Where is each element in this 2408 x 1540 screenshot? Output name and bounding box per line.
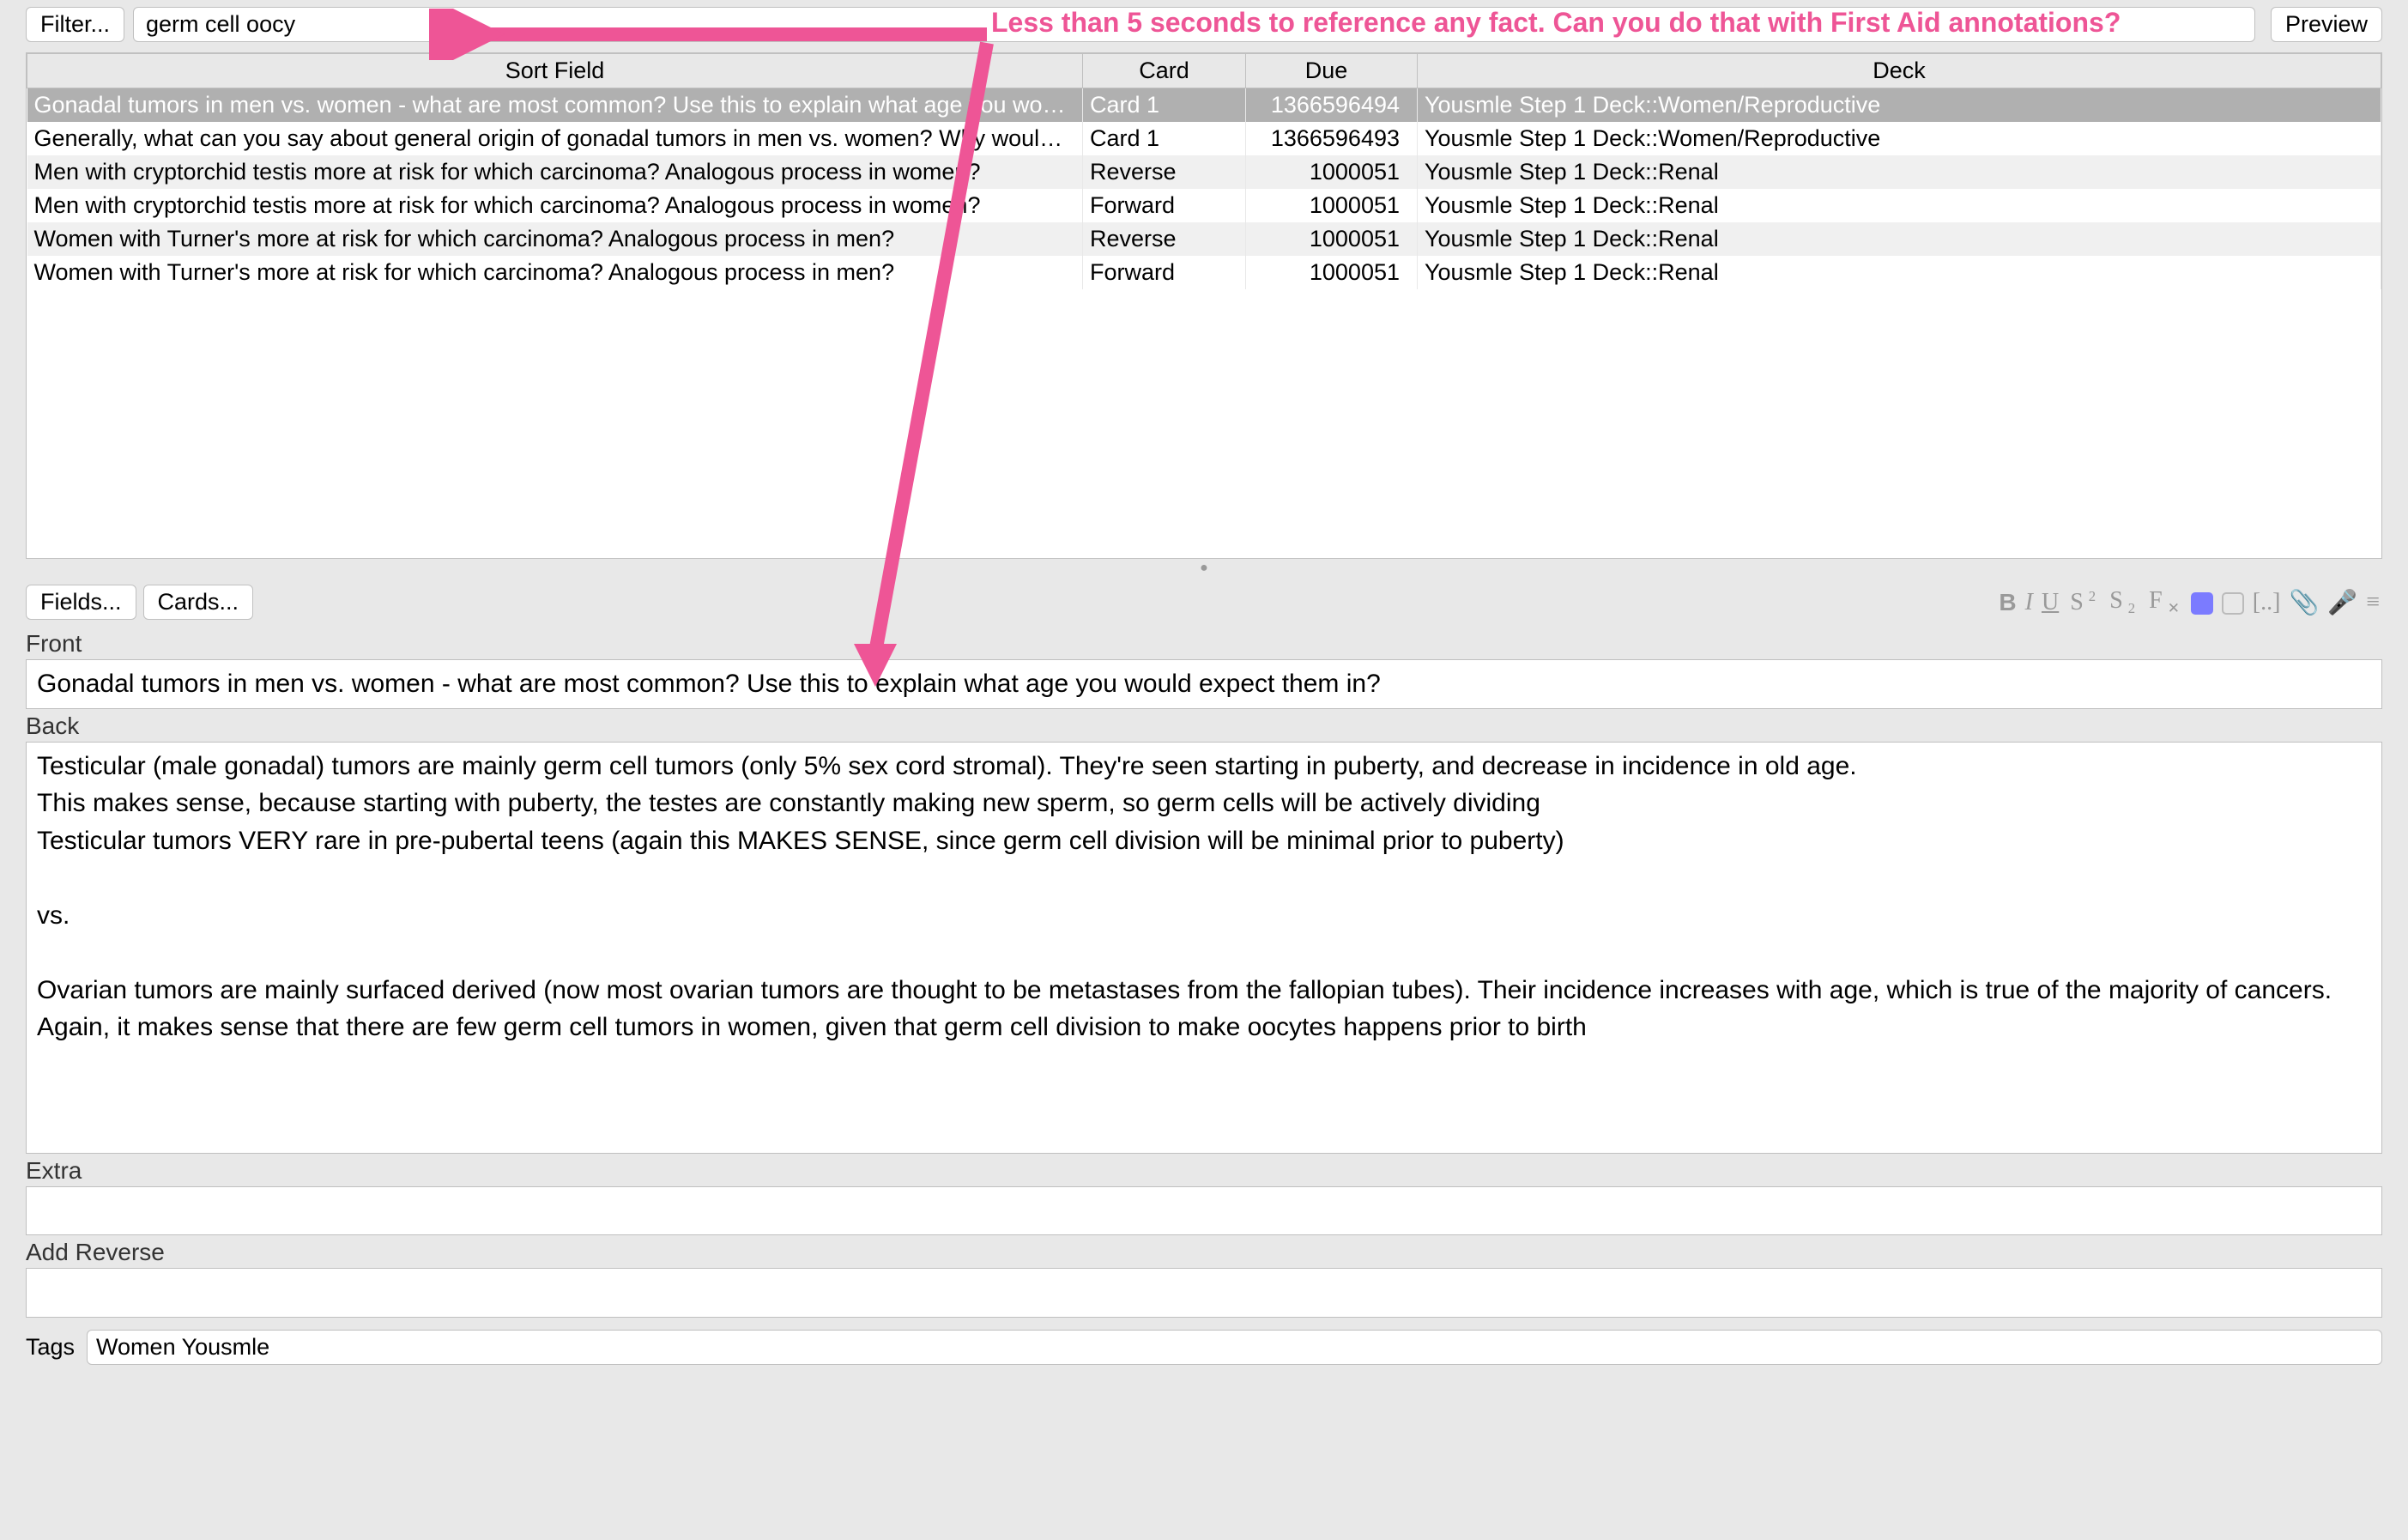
table-row[interactable]: Women with Turner's more at risk for whi…	[27, 256, 2381, 289]
cell-deck: Yousmle Step 1 Deck::Women/Reproductive	[1418, 88, 2381, 123]
top-toolbar: Filter... Preview	[0, 0, 2408, 49]
add-reverse-label: Add Reverse	[26, 1235, 2382, 1268]
front-field[interactable]: Gonadal tumors in men vs. women - what a…	[26, 659, 2382, 709]
cell-card: Forward	[1083, 189, 1246, 222]
preview-button[interactable]: Preview	[2271, 7, 2382, 42]
cell-sort: Men with cryptorchid testis more at risk…	[27, 155, 1083, 189]
tags-label: Tags	[26, 1334, 75, 1361]
cell-sort: Women with Turner's more at risk for whi…	[27, 222, 1083, 256]
cell-sort: Women with Turner's more at risk for whi…	[27, 256, 1083, 289]
cell-due: 1000051	[1246, 155, 1418, 189]
cell-card: Card 1	[1083, 122, 1246, 155]
cell-due: 1000051	[1246, 222, 1418, 256]
cards-button[interactable]: Cards...	[143, 585, 254, 620]
table-row[interactable]: Gonadal tumors in men vs. women - what a…	[27, 88, 2381, 123]
tags-input[interactable]	[87, 1330, 2382, 1365]
fg-color-icon[interactable]	[2188, 589, 2216, 616]
cell-sort: Gonadal tumors in men vs. women - what a…	[27, 88, 1083, 123]
bg-color-icon[interactable]	[2219, 589, 2247, 616]
front-label: Front	[26, 627, 2382, 659]
cell-due: 1366596493	[1246, 122, 1418, 155]
table-row[interactable]: Generally, what can you say about genera…	[27, 122, 2381, 155]
cell-card: Reverse	[1083, 222, 1246, 256]
clear-format-icon[interactable]: F✕	[2144, 587, 2185, 618]
extra-field[interactable]	[26, 1186, 2382, 1236]
underline-icon[interactable]: U	[2039, 589, 2061, 616]
add-reverse-field[interactable]	[26, 1268, 2382, 1318]
cell-deck: Yousmle Step 1 Deck::Renal	[1418, 155, 2381, 189]
cell-card: Forward	[1083, 256, 1246, 289]
cell-deck: Yousmle Step 1 Deck::Renal	[1418, 222, 2381, 256]
editor-toolbar: Fields... Cards... B I U S2 S2 F✕ [..] 📎…	[26, 578, 2382, 627]
col-header-card[interactable]: Card	[1083, 54, 1246, 88]
format-icons: B I U S2 S2 F✕ [..] 📎 🎤 ≡	[1996, 587, 2382, 618]
cell-deck: Yousmle Step 1 Deck::Renal	[1418, 189, 2381, 222]
cell-deck: Yousmle Step 1 Deck::Renal	[1418, 256, 2381, 289]
extra-label: Extra	[26, 1154, 2382, 1186]
col-header-deck[interactable]: Deck	[1418, 54, 2381, 88]
superscript-icon[interactable]: S2	[2065, 588, 2101, 616]
subscript-icon[interactable]: S2	[2104, 587, 2140, 618]
bold-icon[interactable]: B	[1996, 589, 2018, 616]
filter-button[interactable]: Filter...	[26, 7, 124, 42]
table-row[interactable]: Men with cryptorchid testis more at risk…	[27, 155, 2381, 189]
table-header-row: Sort Field Card Due Deck	[27, 54, 2381, 88]
cell-due: 1366596494	[1246, 88, 1418, 123]
cell-sort: Men with cryptorchid testis more at risk…	[27, 189, 1083, 222]
table-row[interactable]: Men with cryptorchid testis more at risk…	[27, 189, 2381, 222]
cloze-icon[interactable]: [..]	[2250, 589, 2284, 616]
table-row[interactable]: Women with Turner's more at risk for whi…	[27, 222, 2381, 256]
search-input[interactable]	[133, 7, 2255, 42]
col-header-due[interactable]: Due	[1246, 54, 1418, 88]
fields-button[interactable]: Fields...	[26, 585, 136, 620]
more-icon[interactable]: ≡	[2363, 589, 2382, 616]
italic-icon[interactable]: I	[2023, 589, 2036, 616]
editor-section: Fields... Cards... B I U S2 S2 F✕ [..] 📎…	[26, 578, 2382, 1365]
cell-deck: Yousmle Step 1 Deck::Women/Reproductive	[1418, 122, 2381, 155]
back-field[interactable]: Testicular (male gonadal) tumors are mai…	[26, 742, 2382, 1154]
pane-divider[interactable]: ●	[0, 559, 2408, 578]
cell-due: 1000051	[1246, 189, 1418, 222]
record-icon[interactable]: 🎤	[2325, 588, 2360, 617]
card-table: Sort Field Card Due Deck Gonadal tumors …	[26, 52, 2382, 559]
back-label: Back	[26, 709, 2382, 742]
cell-due: 1000051	[1246, 256, 1418, 289]
col-header-sort[interactable]: Sort Field	[27, 54, 1083, 88]
cell-card: Reverse	[1083, 155, 1246, 189]
cell-card: Card 1	[1083, 88, 1246, 123]
cell-sort: Generally, what can you say about genera…	[27, 122, 1083, 155]
attach-icon[interactable]: 📎	[2286, 588, 2321, 617]
